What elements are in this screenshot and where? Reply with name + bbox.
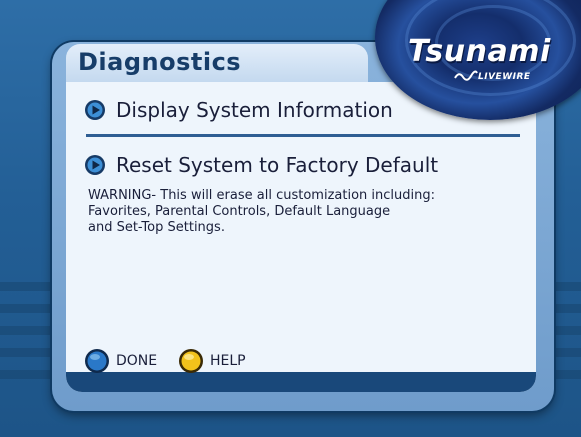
done-button[interactable]: DONE: [84, 348, 157, 374]
tv-screen: Diagnostics Tsunami LIVEWIRE Display Sys…: [0, 0, 581, 437]
menu-item-label: Display System Information: [116, 98, 393, 122]
menu-divider: [86, 134, 520, 137]
yellow-circle-button-icon: [179, 349, 203, 373]
page-title: Diagnostics: [78, 48, 242, 76]
blue-play-bullet-icon: [85, 155, 105, 175]
reset-warning-text: WARNING- This will erase all customizati…: [88, 188, 435, 235]
content-area: [66, 82, 536, 392]
footer-bar: [66, 372, 536, 392]
help-button[interactable]: HELP: [178, 348, 246, 374]
brand-logo-text: Tsunami: [408, 34, 551, 69]
livewire-wave-icon: [454, 70, 478, 81]
menu-item-reset-factory-default[interactable]: Reset System to Factory Default: [84, 151, 438, 179]
blue-play-bullet-icon: [85, 100, 105, 120]
menu-item-display-system-information[interactable]: Display System Information: [84, 96, 393, 124]
brand-logo-subtitle: LIVEWIRE: [478, 72, 531, 82]
help-button-label: HELP: [210, 353, 246, 369]
done-button-label: DONE: [116, 353, 158, 369]
menu-item-label: Reset System to Factory Default: [116, 153, 439, 177]
blue-circle-button-icon: [85, 349, 109, 373]
